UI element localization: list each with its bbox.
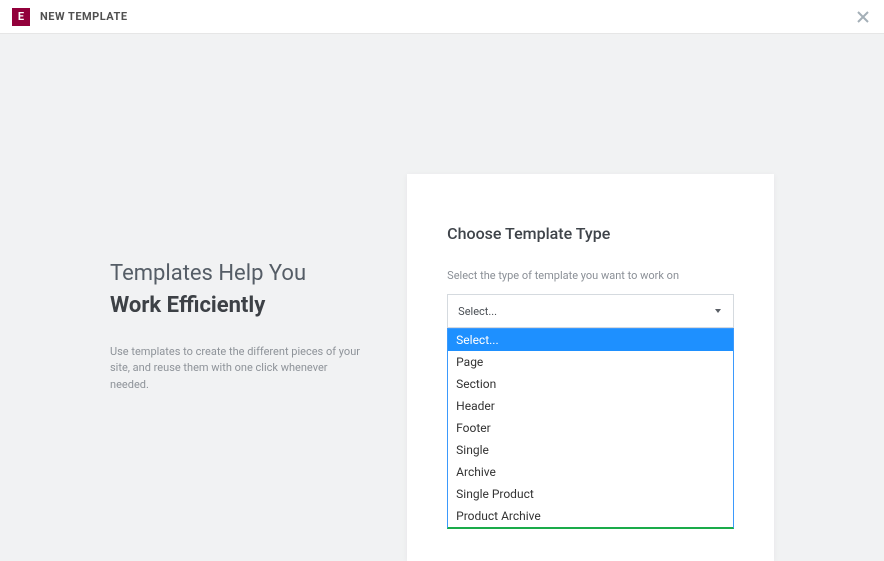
close-button[interactable] [854, 8, 872, 26]
elementor-logo: E [12, 8, 30, 26]
intro-description: Use templates to create the different pi… [110, 344, 367, 394]
dropdown-option[interactable]: Header [448, 395, 733, 417]
template-type-select[interactable]: Select... [447, 294, 734, 328]
chevron-down-icon [715, 309, 721, 313]
intro-column: Templates Help You Work Efficiently Use … [110, 174, 367, 393]
dropdown-option[interactable]: Section [448, 373, 733, 395]
card-title: Choose Template Type [447, 224, 734, 243]
close-icon [857, 11, 869, 23]
modal-header: E NEW TEMPLATE [0, 0, 884, 34]
dropdown-option[interactable]: Product Archive [448, 505, 733, 527]
card-subtitle: Select the type of template you want to … [447, 269, 734, 282]
template-type-card: Choose Template Type Select the type of … [407, 174, 774, 561]
select-value: Select... [458, 305, 497, 318]
dropdown-option[interactable]: Archive [448, 461, 733, 483]
dropdown-option[interactable]: Single [448, 439, 733, 461]
dropdown-option[interactable]: Single Product [448, 483, 733, 505]
intro-heading-line2: Work Efficiently [110, 293, 367, 318]
logo-letter: E [18, 10, 24, 23]
modal-title: NEW TEMPLATE [40, 10, 128, 23]
dropdown-option[interactable]: Page [448, 351, 733, 373]
dropdown-option[interactable]: Select... [448, 329, 733, 351]
template-type-dropdown[interactable]: Select...PageSectionHeaderFooterSingleAr… [447, 328, 734, 529]
dropdown-option[interactable]: Footer [448, 417, 733, 439]
template-type-select-wrapper: Select... Select...PageSectionHeaderFoot… [447, 294, 734, 529]
intro-heading-line1: Templates Help You [110, 260, 367, 289]
main-content: Templates Help You Work Efficiently Use … [0, 34, 884, 561]
